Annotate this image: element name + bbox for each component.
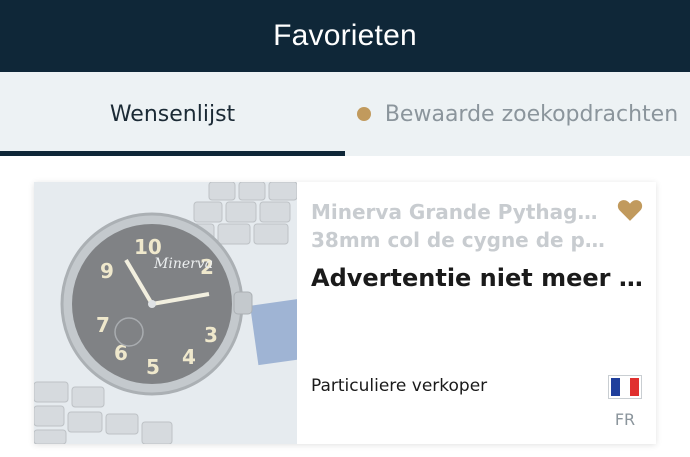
listing-title-line-2: 38mm col de cygne de pré… — [311, 228, 611, 252]
listing-status: Advertentie niet meer bes… — [311, 264, 645, 292]
tab-wishlist-label: Wensenlijst — [109, 101, 236, 127]
active-tab-indicator — [0, 151, 345, 156]
listing-title-line-1: Minerva Grande Pythagore — [311, 200, 611, 224]
listing-details: Minerva Grande Pythagore 38mm col de cyg… — [297, 182, 656, 444]
listing-title[interactable]: Minerva Grande Pythagore 38mm col de cyg… — [311, 198, 611, 254]
tab-saved-searches-label: Bewaarde zoekopdrachten — [384, 101, 679, 127]
flag-stripe-white — [620, 378, 630, 396]
favorite-heart-icon[interactable] — [617, 198, 643, 222]
listing-card[interactable]: 2 3 4 5 6 7 9 10 Minerva Minerva Grande … — [34, 182, 656, 444]
tab-bar: Wensenlijst Bewaarde zoekopdrachten — [0, 72, 690, 156]
notification-dot-icon — [356, 107, 371, 121]
inactive-overlay — [34, 182, 297, 444]
tab-saved-searches[interactable]: Bewaarde zoekopdrachten — [345, 72, 690, 156]
flag-stripe-red — [629, 378, 639, 396]
page-title: Favorieten — [273, 19, 417, 52]
seller-type: Particuliere verkoper — [311, 376, 488, 396]
flag-stripe-blue — [611, 378, 621, 396]
country-code: FR — [614, 410, 636, 429]
tab-wishlist[interactable]: Wensenlijst — [0, 72, 345, 156]
france-flag-icon — [608, 375, 642, 399]
app-header: Favorieten — [0, 0, 690, 72]
listing-image[interactable]: 2 3 4 5 6 7 9 10 Minerva — [34, 182, 297, 444]
